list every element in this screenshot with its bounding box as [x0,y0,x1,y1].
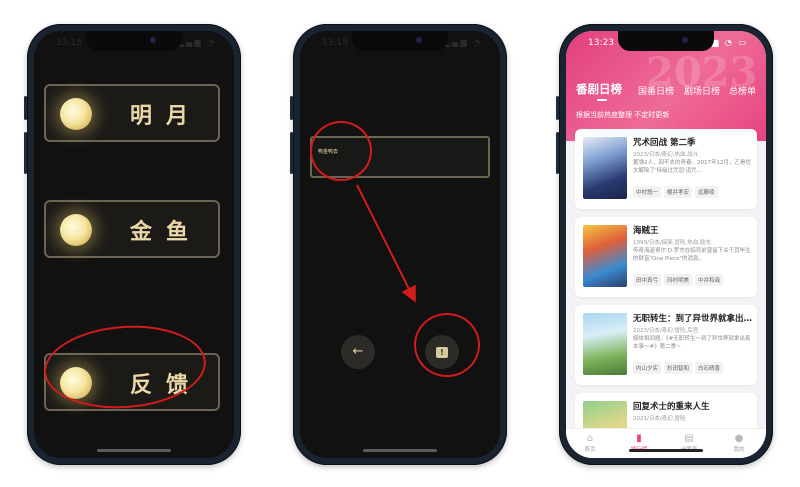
phone-screen: 13:15 ▂▄▆ ◔ 鸭金鸭去 ← ! [300,31,500,458]
tab-fanju-daily[interactable]: 番剧日榜 [576,81,622,97]
notch [352,31,448,51]
phone-feedback-form: 13:15 ▂▄▆ ◔ 鸭金鸭去 ← ! [290,24,507,465]
anime-cast: 内山夕实 杉田智和 白石晴香 [633,355,726,374]
cast-tag: 中村悠一 [633,186,662,198]
bottom-tabbar: ⌂ 首页 ▮ 排行榜 ▤ 追番表 ● 我的 [566,428,766,458]
home-indicator [363,449,437,452]
home-indicator [97,449,171,452]
cast-tag: 中井和哉 [695,274,724,286]
cast-tag: 远藤绫 [695,186,718,198]
anime-meta: 2021/日本/奇幻,冒险 [633,416,686,422]
anime-card[interactable]: 海贼王 1999/日本/搞笑,冒险,热血,励志 传奇海盗哥尔·D·罗杰在临死前曾… [575,217,757,297]
anime-poster [583,225,627,287]
cast-tag: 白石晴香 [695,362,724,374]
ranking-subtitle: 根据当前热度整理 不定时更新 [576,111,670,119]
arrow-left-icon: ← [352,344,364,359]
moon-icon [60,98,92,130]
tab-label: 首页 [584,447,596,453]
tab-label: 我的 [733,447,745,453]
anime-title: 回复术士的重来人生 [633,402,710,412]
anime-poster [583,313,627,375]
status-time: 13:15 [322,38,348,48]
phone-screen: 2023 13:23 ▂▄▆ ◔ ▭ 番剧日榜 国番日榜 剧场日榜 总榜单 根据… [566,31,766,458]
camera-icon [682,37,688,43]
tab-profile[interactable]: ● 我的 [721,433,757,453]
back-button[interactable]: ← [341,335,375,369]
chart-icon: ▮ [636,433,642,444]
camera-icon [150,37,156,43]
anime-poster [583,137,627,199]
cast-tag: 田中真弓 [633,274,662,286]
cast-tag: 内山夕实 [633,362,662,374]
anime-cast: 中村悠一 樱井孝宏 远藤绫 [633,179,721,198]
menu-item-mingyue[interactable]: 明月 [44,84,220,142]
user-icon: ● [734,433,744,444]
anime-desc: 蓄强2人，回不去的青春。2017年12月，乙骨忧太解除了'特级过咒怨'诅咒... [633,160,751,174]
ranking-tabs: 番剧日榜 国番日榜 剧场日榜 总榜单 [576,79,762,99]
anime-title: 海贼王 [633,226,659,236]
tab-guofan-daily[interactable]: 国番日榜 [638,84,674,97]
anime-meta: 2023/日本/奇幻,冒险,后宫 [633,328,699,334]
anime-card[interactable]: 咒术回战 第二季 2023/日本/奇幻,热血,战斗 蓄强2人，回不去的青春。20… [575,129,757,209]
annotation-circle [414,313,480,377]
anime-desc: 传奇海盗哥尔·D·罗杰在临死前曾留下关于其毕生的财富"One Piece"的消息… [633,248,751,262]
status-time: 13:23 [588,38,614,48]
anime-title: 咒术回战 第二季 [633,138,696,148]
camera-icon [416,37,422,43]
tab-theater-daily[interactable]: 剧场日榜 [684,84,720,97]
anime-meta: 1999/日本/搞笑,冒险,热血,励志 [633,240,711,246]
annotation-circle [310,121,372,181]
status-icons: ▂▄▆ ◔ [178,38,216,47]
cast-tag: 杉田智和 [664,362,693,374]
anime-meta: 2023/日本/奇幻,热血,战斗 [633,152,699,158]
anime-card[interactable]: 无职转生：到了异世界就拿出真本事 2023/日本/奇幻,冒险,后宫 媒体相同题。… [575,305,757,385]
menu-item-label: 金鱼 [129,219,202,245]
moon-icon [60,214,92,246]
tab-indicator [597,99,607,101]
anime-desc: 媒体相同题。《#无职转生～到了异世界就拿出真本事～#》第二季~ [633,336,751,350]
calendar-icon: ▤ [684,433,694,444]
status-time: 13:15 [56,38,82,48]
status-icons: ▂▄▆ ◔ [444,38,482,47]
tab-overall[interactable]: 总榜单 [729,84,756,97]
phone-ranking: 2023 13:23 ▂▄▆ ◔ ▭ 番剧日榜 国番日榜 剧场日榜 总榜单 根据… [556,24,773,465]
notch [86,31,182,51]
home-indicator [629,449,703,452]
anime-cast: 田中真弓 冈村明美 中井和哉 [633,267,726,286]
notch [618,31,714,51]
cast-tag: 樱井孝宏 [664,186,693,198]
home-icon: ⌂ [586,433,594,444]
screenshot-stage: 13:15 ▂▄▆ ◔ 明月 金鱼 反馈 13:15 ▂▄▆ ◔ 鸭金鸭去 ← … [0,0,800,487]
menu-item-label: 明月 [129,103,202,129]
tab-home[interactable]: ⌂ 首页 [572,433,608,453]
menu-item-jinyu[interactable]: 金鱼 [44,200,220,258]
anime-title: 无职转生：到了异世界就拿出真本事 [633,314,753,324]
cast-tag: 冈村明美 [664,274,693,286]
